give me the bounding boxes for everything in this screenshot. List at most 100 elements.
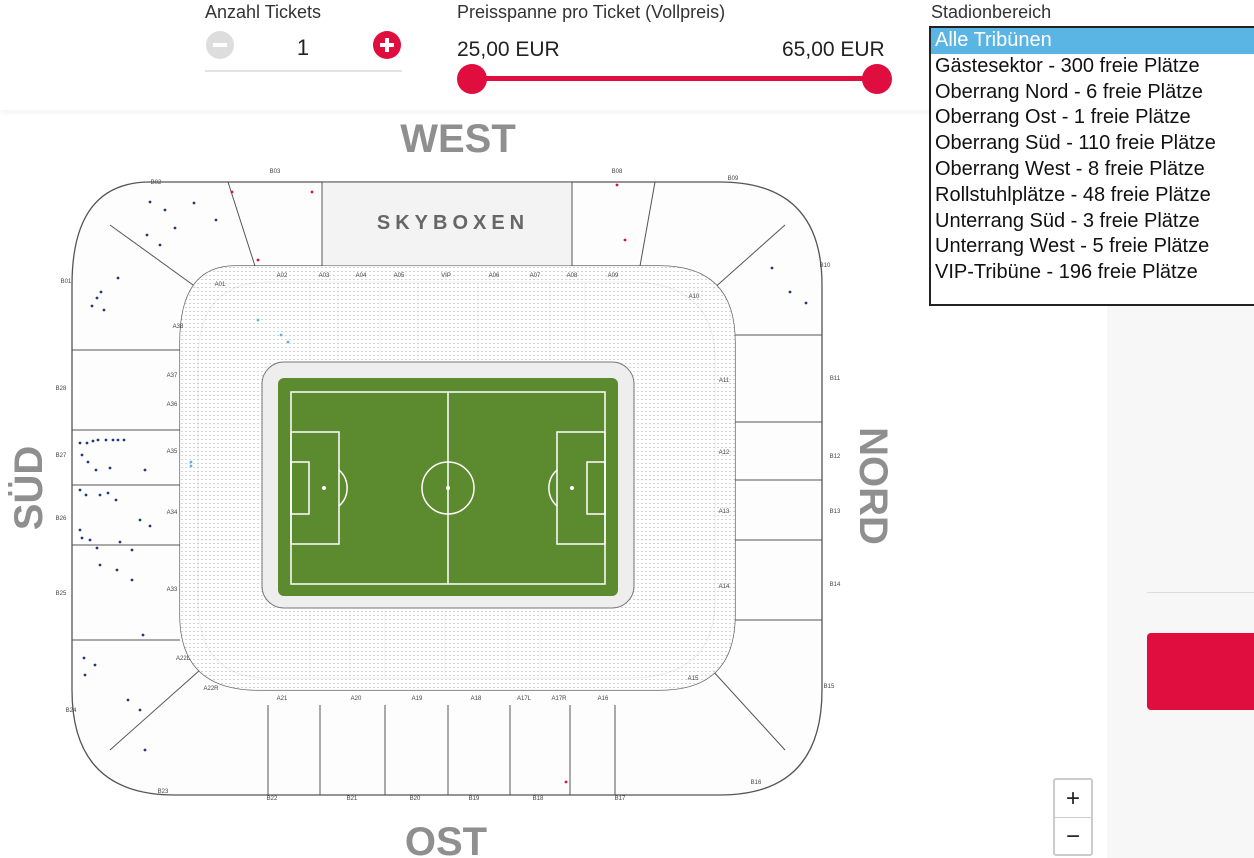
block-label: B15 xyxy=(824,684,835,690)
stadium-area-option[interactable]: VIP-Tribüne - 196 freie Plätze xyxy=(931,260,1254,286)
available-seat-marker[interactable] xyxy=(788,290,792,294)
side-panel-divider xyxy=(1147,592,1254,593)
wheelchair-seat-marker[interactable] xyxy=(189,460,193,464)
available-seat-marker[interactable] xyxy=(108,466,112,470)
available-seat-marker[interactable] xyxy=(78,528,82,532)
available-seat-marker[interactable] xyxy=(114,498,118,502)
available-seat-marker[interactable] xyxy=(78,441,82,445)
available-seat-marker[interactable] xyxy=(130,578,134,582)
available-seat-marker[interactable] xyxy=(98,563,102,567)
available-seat-marker[interactable] xyxy=(95,296,99,300)
available-seat-marker[interactable] xyxy=(84,493,88,497)
available-seat-marker[interactable] xyxy=(163,208,167,212)
price-slider-min-handle[interactable] xyxy=(457,64,487,94)
stadium-area-option[interactable]: Oberrang Nord - 6 freie Plätze xyxy=(931,80,1254,106)
wheelchair-seat-marker[interactable] xyxy=(256,318,260,322)
available-seat-marker[interactable] xyxy=(86,460,90,464)
available-seat-marker[interactable] xyxy=(143,748,147,752)
price-min: 25,00 EUR xyxy=(457,38,560,61)
zoom-in-button[interactable]: + xyxy=(1055,780,1091,817)
available-seat-marker[interactable] xyxy=(96,438,100,442)
available-seat-marker[interactable] xyxy=(138,708,142,712)
selected-seat-marker[interactable] xyxy=(623,238,627,242)
available-seat-marker[interactable] xyxy=(141,633,145,637)
available-seat-marker[interactable] xyxy=(143,468,147,472)
available-seat-marker[interactable] xyxy=(104,438,108,442)
block-label: B10 xyxy=(820,263,831,269)
available-seat-marker[interactable] xyxy=(83,673,87,677)
available-seat-marker[interactable] xyxy=(173,226,177,230)
available-seat-marker[interactable] xyxy=(145,233,149,237)
available-seat-marker[interactable] xyxy=(91,439,95,443)
block-label: B19 xyxy=(469,796,480,802)
available-seat-marker[interactable] xyxy=(118,540,122,544)
available-seat-marker[interactable] xyxy=(102,308,106,312)
selected-seat-marker[interactable] xyxy=(310,190,314,194)
block-label: A06 xyxy=(489,273,500,279)
stand-ost: OST xyxy=(405,820,487,858)
block-label: B12 xyxy=(830,454,841,460)
stadium-area-option[interactable]: Rollstuhlplätze - 48 freie Plätze xyxy=(931,183,1254,209)
available-seat-marker[interactable] xyxy=(804,301,808,305)
block-label: B11 xyxy=(830,376,841,382)
block-label: A04 xyxy=(356,273,367,279)
decrease-tickets-button[interactable] xyxy=(206,31,234,59)
available-seat-marker[interactable] xyxy=(85,441,89,445)
price-slider-track[interactable] xyxy=(472,76,877,81)
stadium-area-option[interactable]: Unterrang Süd - 3 freie Plätze xyxy=(931,209,1254,235)
available-seat-marker[interactable] xyxy=(116,276,120,280)
block-label: A07 xyxy=(530,273,541,279)
ticket-count[interactable]: 1 xyxy=(240,35,366,61)
wheelchair-seat-marker[interactable] xyxy=(189,464,193,468)
available-seat-marker[interactable] xyxy=(770,266,774,270)
stadium-area-option[interactable]: Oberrang Ost - 1 freie Plätze xyxy=(931,105,1254,131)
checkout-button[interactable] xyxy=(1147,633,1254,710)
block-label: B26 xyxy=(56,516,67,522)
available-seat-marker[interactable] xyxy=(122,438,126,442)
selected-seat-marker[interactable] xyxy=(615,183,619,187)
wheelchair-seat-marker[interactable] xyxy=(279,333,283,337)
stadium-area-option[interactable]: Oberrang West - 8 freie Plätze xyxy=(931,157,1254,183)
available-seat-marker[interactable] xyxy=(116,438,120,442)
stadium-seatmap[interactable]: SKYBOXEN A02 A03 A04 A05 VIP A06 A07 A08… xyxy=(0,110,1050,858)
available-seat-marker[interactable] xyxy=(99,290,103,294)
stadium-area-option[interactable]: Oberrang Süd - 110 freie Plätze xyxy=(931,131,1254,157)
stadium-area-option[interactable]: Alle Tribünen xyxy=(931,28,1254,54)
increase-tickets-button[interactable] xyxy=(373,31,401,59)
available-seat-marker[interactable] xyxy=(98,493,102,497)
block-label: B02 xyxy=(151,180,162,186)
available-seat-marker[interactable] xyxy=(80,453,84,457)
stadium-area-option[interactable]: Gästesektor - 300 freie Plätze xyxy=(931,54,1254,80)
stand-west: WEST xyxy=(400,117,516,161)
available-seat-marker[interactable] xyxy=(78,488,82,492)
available-seat-marker[interactable] xyxy=(80,536,84,540)
available-seat-marker[interactable] xyxy=(106,491,110,495)
available-seat-marker[interactable] xyxy=(82,656,86,660)
available-seat-marker[interactable] xyxy=(214,218,218,222)
selected-seat-marker[interactable] xyxy=(230,190,234,194)
available-seat-marker[interactable] xyxy=(192,201,196,205)
wheelchair-seat-marker[interactable] xyxy=(286,340,290,344)
block-label: B03 xyxy=(270,169,281,175)
available-seat-marker[interactable] xyxy=(93,663,97,667)
block-label: A37 xyxy=(167,373,178,379)
zoom-out-button[interactable]: − xyxy=(1055,818,1091,855)
skyboxen-label: SKYBOXEN xyxy=(377,212,529,234)
available-seat-marker[interactable] xyxy=(95,546,99,550)
selected-seat-marker[interactable] xyxy=(256,258,260,262)
available-seat-marker[interactable] xyxy=(130,548,134,552)
available-seat-marker[interactable] xyxy=(94,468,98,472)
available-seat-marker[interactable] xyxy=(126,698,130,702)
stadium-area-select[interactable]: Alle Tribünen Gästesektor - 300 freie Plä… xyxy=(929,26,1254,306)
available-seat-marker[interactable] xyxy=(148,200,152,204)
price-slider-max-handle[interactable] xyxy=(862,64,892,94)
available-seat-marker[interactable] xyxy=(158,243,162,247)
available-seat-marker[interactable] xyxy=(138,518,142,522)
available-seat-marker[interactable] xyxy=(90,304,94,308)
available-seat-marker[interactable] xyxy=(111,438,115,442)
stadium-area-option[interactable]: Unterrang West - 5 freie Plätze xyxy=(931,234,1254,260)
available-seat-marker[interactable] xyxy=(88,538,92,542)
available-seat-marker[interactable] xyxy=(148,524,152,528)
available-seat-marker[interactable] xyxy=(115,568,119,572)
selected-seat-marker[interactable] xyxy=(564,780,568,784)
